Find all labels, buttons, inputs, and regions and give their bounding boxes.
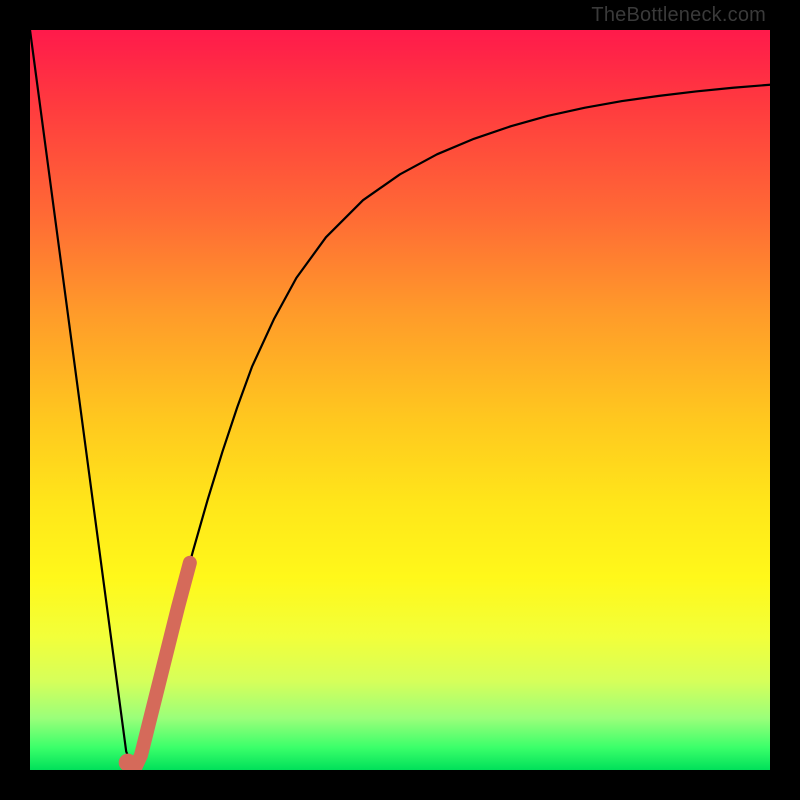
highlight-dot — [119, 754, 137, 770]
chart-plot-area — [30, 30, 770, 770]
watermark-text: TheBottleneck.com — [591, 4, 766, 27]
bottleneck-curve — [30, 30, 770, 770]
chart-frame: TheBottleneck.com — [0, 0, 800, 800]
chart-svg — [30, 30, 770, 770]
highlight-segment — [136, 563, 190, 767]
